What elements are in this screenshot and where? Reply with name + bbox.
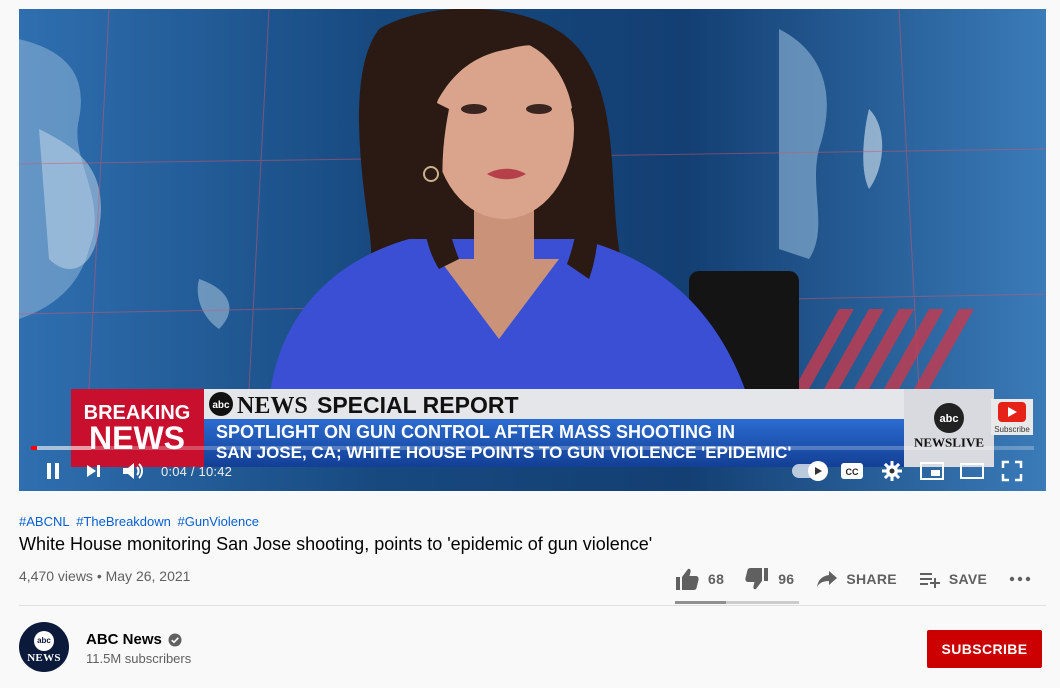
fullscreen-icon [1001, 460, 1023, 482]
captions-icon: CC [841, 463, 863, 479]
hashtag-link[interactable]: #TheBreakdown [76, 514, 171, 529]
share-label: SHARE [846, 571, 897, 587]
view-count-date: 4,470 views • May 26, 2021 [19, 568, 191, 584]
subscribe-overlay-label: Subscribe [994, 425, 1030, 434]
like-button[interactable]: 68 [674, 561, 724, 597]
share-icon [817, 571, 838, 587]
news-label: NEWS [89, 420, 185, 456]
program-label: SPECIAL REPORT [317, 392, 519, 418]
autoplay-track [792, 461, 828, 481]
pause-button[interactable] [33, 455, 73, 487]
theater-icon [960, 463, 984, 479]
share-button[interactable]: SHARE [816, 561, 897, 597]
dislike-button[interactable]: 96 [744, 561, 794, 597]
channel-name-row: ABC News [86, 631, 182, 648]
subscribe-button[interactable]: SUBSCRIBE [927, 630, 1042, 668]
captions-label: CC [846, 467, 859, 477]
hashtag-link[interactable]: #ABCNL [19, 514, 70, 529]
avatar-logo: abc [34, 630, 54, 651]
player-controls: 0:04 / 10:42 CC [19, 455, 1046, 487]
next-icon [87, 465, 100, 477]
video-player[interactable]: BREAKING NEWS abc NEWS SPECIAL REPORT SP… [19, 9, 1046, 491]
fullscreen-button[interactable] [992, 455, 1032, 487]
settings-button[interactable] [872, 455, 912, 487]
settings-icon [882, 461, 902, 481]
autoplay-knob [808, 461, 828, 481]
thumbs-down-icon [745, 568, 769, 590]
avatar-label: NEWS [27, 651, 61, 664]
time-display: 0:04 / 10:42 [161, 463, 233, 479]
video-title: White House monitoring San Jose shooting… [19, 534, 653, 554]
hashtag-link[interactable]: #GunViolence [178, 514, 259, 529]
brand-label: NEWS [237, 393, 308, 419]
verified-icon [168, 633, 182, 647]
hashtags: #ABCNL #TheBreakdown #GunViolence [19, 514, 262, 529]
dislike-count: 96 [778, 571, 795, 587]
progress-loaded [31, 446, 92, 450]
next-button[interactable] [73, 455, 113, 487]
channel-avatar[interactable]: abc NEWS [19, 622, 69, 672]
autoplay-toggle[interactable] [792, 455, 832, 487]
save-label: SAVE [948, 571, 988, 587]
play-icon [815, 467, 822, 475]
headline-line-1: SPOTLIGHT ON GUN CONTROL AFTER MASS SHOO… [216, 422, 735, 442]
progress-played [31, 446, 38, 450]
sentiment-likes [675, 601, 726, 604]
abc-logo-text: abc [212, 400, 230, 411]
more-horiz-icon [1009, 576, 1031, 582]
pause-icon [47, 463, 59, 479]
captions-button[interactable]: CC [832, 455, 872, 487]
divider [19, 605, 1046, 606]
volume-icon [123, 463, 143, 479]
miniplayer-icon [920, 462, 944, 480]
volume-button[interactable] [113, 455, 153, 487]
miniplayer-button[interactable] [912, 455, 952, 487]
video-frame: BREAKING NEWS abc NEWS SPECIAL REPORT SP… [19, 9, 1046, 491]
playlist-add-icon [919, 573, 940, 588]
save-button[interactable]: SAVE [919, 561, 987, 597]
subscriber-count: 11.5M subscribers [86, 651, 192, 666]
thumbs-up-icon [676, 568, 699, 590]
live-logo-text: abc [940, 413, 959, 425]
sentiment-bar [675, 601, 799, 604]
channel-name[interactable]: ABC News [86, 631, 162, 648]
progress-bar[interactable] [31, 446, 1034, 450]
theater-button[interactable] [952, 455, 992, 487]
more-actions-button[interactable] [1009, 561, 1039, 597]
video-actions: 68 96 SHARE SAVE [674, 561, 1039, 597]
like-count: 68 [708, 571, 725, 587]
